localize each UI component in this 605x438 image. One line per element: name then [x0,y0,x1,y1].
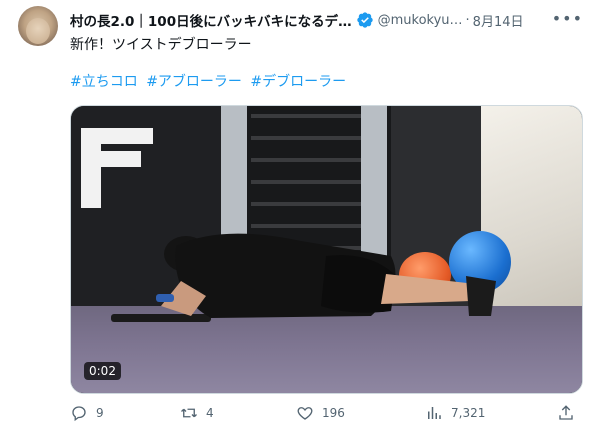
repost-button[interactable]: 4 [180,404,214,422]
like-count: 196 [322,406,345,420]
views-button[interactable]: 7,321 [425,404,485,422]
separator: · [465,12,470,28]
share-icon [559,405,573,420]
view-count: 7,321 [451,406,486,420]
reply-button[interactable]: 9 [70,404,104,422]
hashtags: #立ちコロ #アブローラー #デブローラー [70,73,350,91]
reply-count: 9 [96,406,104,420]
post-text: 新作！ツイストデブローラー [70,37,252,53]
video-player[interactable]: 0:02 [70,105,583,394]
video-timecode: 0:02 [84,362,121,380]
reply-icon [72,406,86,422]
person-exercising [111,233,496,322]
repost-icon [181,408,197,418]
analytics-icon [428,407,441,419]
avatar[interactable] [18,6,58,46]
post-header: 村の長2.0｜100日後にバッキバキになるデ… @mukokyu… · 8月14… [70,9,595,31]
hashtag-link[interactable]: #アブローラー [146,74,242,90]
author-name[interactable]: 村の長2.0｜100日後にバッキバキになるデ… [70,10,352,30]
like-button[interactable]: 196 [296,404,345,422]
post-date[interactable]: 8月14日 [473,11,524,30]
action-bar: 9 4 196 7,321 [70,404,583,428]
author-handle[interactable]: @mukokyu… [378,13,463,28]
more-icon[interactable]: ••• [552,9,583,28]
hashtag-link[interactable]: #デブローラー [250,74,346,90]
repost-count: 4 [206,406,214,420]
share-button[interactable] [557,404,583,422]
heart-icon [297,407,313,420]
verified-badge-icon [356,12,373,28]
avatar-image [26,18,50,44]
hashtag-link[interactable]: #立ちコロ [70,74,138,90]
